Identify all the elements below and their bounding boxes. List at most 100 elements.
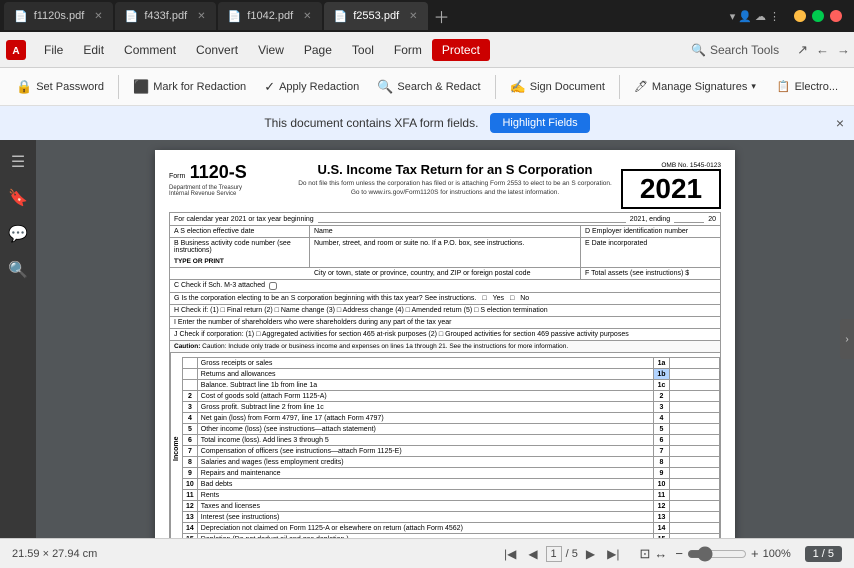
tab-f1120s[interactable]: 📄 f1120s.pdf ✕ [4, 2, 113, 30]
search-redact-button[interactable]: 🔍 Search & Redact [369, 75, 488, 99]
search-tools-button[interactable]: 🔍 Search Tools [681, 39, 789, 61]
menu-convert[interactable]: Convert [186, 39, 248, 61]
menu-tool[interactable]: Tool [342, 39, 384, 61]
line-amount [670, 446, 720, 457]
electronic-button[interactable]: 📋 Electro... [769, 76, 846, 97]
menu-comment[interactable]: Comment [114, 39, 186, 61]
line-label: 1a [654, 358, 670, 369]
line-desc: Returns and allowances [197, 369, 653, 380]
new-tab-button[interactable]: ＋ [430, 4, 454, 28]
fit-width-icon[interactable]: ↔ [654, 546, 667, 562]
prev-page-button[interactable]: ◀ [524, 545, 541, 563]
first-page-button[interactable]: |◀ [500, 545, 520, 563]
line-amount [670, 479, 720, 490]
line-label: 3 [654, 402, 670, 413]
fit-page-icon[interactable]: ⊡ [640, 546, 651, 562]
line-desc: Balance. Subtract line 1b from line 1a [197, 380, 653, 391]
sig-icon: 🖊 [634, 80, 648, 93]
tab-f433f[interactable]: 📄 f433f.pdf ✕ [115, 2, 216, 30]
field-row-h: H Check if: (1) □ Final return (2) □ Nam… [169, 305, 721, 317]
apply-redaction-button[interactable]: ✓ Apply Redaction [256, 75, 367, 99]
tab-f2553[interactable]: 📄 f2553.pdf ✕ [324, 2, 428, 30]
xfa-notification-bar: This document contains XFA form fields. … [0, 106, 854, 140]
tab-label: f433f.pdf [144, 10, 187, 22]
electronic-icon: 📋 [777, 80, 791, 93]
zoom-out-button[interactable]: − [675, 546, 683, 561]
zoom-controls: − + 100% [675, 546, 796, 562]
overflow-tabs-icon[interactable]: ▾ [730, 10, 736, 23]
field-f-val: $ [685, 270, 689, 277]
line-amount [670, 534, 720, 539]
sidebar-search-icon[interactable]: 🔍 [4, 256, 32, 284]
line-number: 2 [183, 391, 198, 402]
menu-file[interactable]: File [34, 39, 73, 61]
field-a: A S election effective date [170, 226, 310, 237]
sign-icon: ✍ [510, 79, 526, 95]
xfa-close-button[interactable]: × [836, 115, 844, 131]
line-desc: Depletion (Do not deduct oil and gas dep… [197, 534, 653, 539]
search-redact-icon: 🔍 [377, 79, 393, 95]
tab-f1042[interactable]: 📄 f1042.pdf ✕ [218, 2, 322, 30]
forward-icon[interactable]: → [837, 42, 850, 57]
manage-signatures-button[interactable]: 🖊 Manage Signatures ▾ [626, 76, 764, 97]
sidebar-comments-icon[interactable]: 💬 [4, 220, 32, 248]
tab-close-f433f[interactable]: ✕ [197, 11, 205, 22]
line-label: 5 [654, 424, 670, 435]
income-section: Income Gross receipts or sales 1a Return… [169, 353, 721, 538]
form-title-block: U.S. Income Tax Return for an S Corporat… [289, 162, 621, 196]
table-row: 5 Other income (loss) (see instructions—… [183, 424, 720, 435]
menu-protect[interactable]: Protect [432, 39, 490, 61]
document-viewer[interactable]: Form 1120-S Department of the Treasury I… [36, 140, 854, 538]
dropdown-arrow-icon: ▾ [751, 81, 756, 92]
menu-view[interactable]: View [248, 39, 294, 61]
line-amount [670, 457, 720, 468]
cloud-icon[interactable]: ☁ [755, 10, 766, 23]
share-icon[interactable]: ↗ [797, 42, 808, 58]
right-panel-toggle[interactable]: › [840, 319, 854, 359]
field-e-label: E Date incorporated [585, 240, 647, 247]
check-c-checkbox[interactable] [269, 282, 277, 290]
sidebar-bookmarks-icon[interactable]: 🔖 [4, 184, 32, 212]
zoom-in-button[interactable]: + [751, 546, 759, 561]
pdf-icon: 📄 [334, 10, 348, 23]
table-row: 10 Bad debts 10 [183, 479, 720, 490]
tab-close-f2553[interactable]: ✕ [409, 11, 417, 22]
sign-document-button[interactable]: ✍ Sign Document [502, 75, 613, 99]
next-page-button[interactable]: ▶ [582, 545, 599, 563]
title-bar: 📄 f1120s.pdf ✕ 📄 f433f.pdf ✕ 📄 f1042.pdf… [0, 0, 854, 32]
tab-label: f2553.pdf [353, 10, 399, 22]
no-label: No [520, 295, 529, 302]
form-warning: Do not file this form unless the corpora… [289, 179, 621, 189]
line-label: 11 [654, 490, 670, 501]
protect-toolbar: 🔒 Set Password ⬛ Mark for Redaction ✓ Ap… [0, 68, 854, 106]
line-number: 3 [183, 402, 198, 413]
menu-icon[interactable]: ⋮ [769, 10, 780, 23]
menu-page[interactable]: Page [294, 39, 342, 61]
menu-edit[interactable]: Edit [73, 39, 114, 61]
page-navigation: |◀ ◀ 1 / 5 ▶ ▶| [500, 545, 624, 563]
mark-redaction-button[interactable]: ⬛ Mark for Redaction [125, 75, 254, 99]
profile-icon[interactable]: 👤 [738, 10, 752, 23]
zoom-slider[interactable] [687, 546, 747, 562]
calendar-label: For calendar year 2021 or tax year begin… [174, 216, 314, 223]
page-input[interactable]: 1 [546, 546, 562, 562]
status-bar: 21.59 × 27.94 cm |◀ ◀ 1 / 5 ▶ ▶| ⊡ ↔ − +… [0, 538, 854, 568]
left-sidebar: ☰ 🔖 💬 🔍 [0, 140, 36, 538]
table-row: Gross receipts or sales 1a [183, 358, 720, 369]
line-amount [670, 380, 720, 391]
line-number: 14 [183, 523, 198, 534]
tab-close-f1120s[interactable]: ✕ [94, 11, 102, 22]
last-page-button[interactable]: ▶| [603, 545, 623, 563]
tab-bar: 📄 f1120s.pdf ✕ 📄 f433f.pdf ✕ 📄 f1042.pdf… [4, 2, 730, 30]
close-button[interactable] [830, 10, 842, 22]
minimize-button[interactable] [794, 10, 806, 22]
back-icon[interactable]: ← [816, 42, 829, 57]
set-password-button[interactable]: 🔒 Set Password [8, 75, 112, 99]
maximize-button[interactable] [812, 10, 824, 22]
menu-form[interactable]: Form [384, 39, 432, 61]
ending-year: 20 [708, 216, 716, 223]
highlight-fields-button[interactable]: Highlight Fields [490, 113, 589, 133]
tab-close-f1042[interactable]: ✕ [303, 11, 311, 22]
sidebar-panels-icon[interactable]: ☰ [4, 148, 32, 176]
line-number: 12 [183, 501, 198, 512]
